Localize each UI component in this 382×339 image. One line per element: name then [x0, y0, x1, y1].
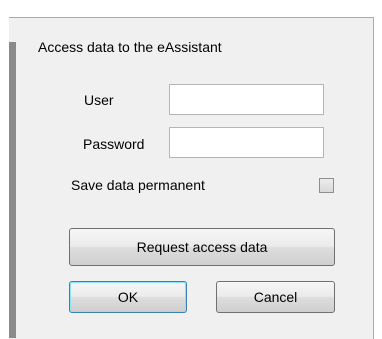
request-access-data-label: Request access data — [136, 239, 268, 255]
password-label: Password — [83, 136, 145, 152]
user-label: User — [84, 92, 114, 108]
dialog-title: Access data to the eAssistant — [38, 39, 222, 55]
ok-button[interactable]: OK — [69, 281, 187, 313]
save-data-checkbox[interactable] — [319, 178, 334, 193]
ok-label: OK — [117, 289, 139, 305]
password-input[interactable] — [169, 127, 324, 158]
request-access-data-button[interactable]: Request access data — [69, 228, 335, 266]
left-edge-bar — [9, 42, 16, 338]
cancel-button[interactable]: Cancel — [216, 281, 335, 313]
user-input[interactable] — [169, 84, 324, 115]
cancel-label: Cancel — [253, 289, 298, 305]
save-data-label: Save data permanent — [71, 177, 205, 193]
